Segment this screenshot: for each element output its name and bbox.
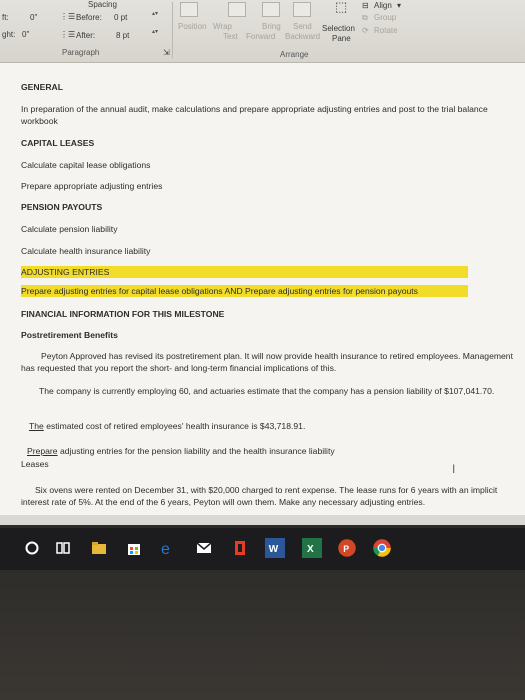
paragraph-3-prefix: The bbox=[29, 421, 44, 431]
start-icon[interactable] bbox=[24, 540, 40, 556]
task-view-icon[interactable] bbox=[55, 540, 71, 556]
paragraph-1: Peyton Approved has revised its postreti… bbox=[21, 351, 513, 373]
paragraph-2: The company is currently employing 60, a… bbox=[39, 386, 495, 396]
document-page[interactable]: GENERAL In preparation of the annual aud… bbox=[0, 63, 525, 515]
postretirement-heading: Postretirement Benefits bbox=[21, 330, 118, 340]
page-bottom-margin bbox=[0, 515, 525, 525]
send-backward-label[interactable]: Send bbox=[293, 22, 312, 31]
paragraph-4: Prepare adjusting entries for the pensio… bbox=[21, 445, 335, 457]
office-icon[interactable] bbox=[232, 540, 248, 556]
wrap-text-label[interactable]: Wrap bbox=[213, 22, 232, 31]
pension-heading: PENSION PAYOUTS bbox=[21, 202, 103, 212]
file-explorer-icon[interactable] bbox=[91, 540, 107, 556]
send-backward-icon[interactable] bbox=[293, 2, 311, 17]
spacing-after-icon: ⋮☰ bbox=[60, 30, 76, 39]
paragraph-3-text: estimated cost of retired employees' hea… bbox=[43, 421, 306, 431]
spacing-label: Spacing bbox=[88, 0, 117, 9]
rotate-label[interactable]: Rotate bbox=[374, 26, 398, 35]
selection-pane-label-2[interactable]: Pane bbox=[332, 34, 351, 43]
paragraph-dialog-launcher-icon[interactable]: ⇲ bbox=[163, 48, 170, 57]
pension-item-2: Calculate health insurance liability bbox=[21, 246, 151, 256]
position-label[interactable]: Position bbox=[178, 22, 206, 31]
bring-forward-icon[interactable] bbox=[262, 2, 280, 17]
group-icon[interactable]: ⧉ bbox=[362, 13, 368, 23]
powerpoint-icon[interactable]: P bbox=[337, 538, 357, 558]
ribbon: Spacing ft: 0" ght: 0" ⋮☰ Before: 0 pt ▴… bbox=[0, 0, 525, 63]
indent-left-label: ft: bbox=[2, 13, 9, 22]
spacing-before-icon: ⋮☰ bbox=[60, 12, 76, 21]
before-value[interactable]: 0 pt bbox=[114, 13, 127, 22]
rotate-icon[interactable]: ⟳ bbox=[362, 26, 369, 35]
mail-icon[interactable] bbox=[196, 540, 212, 556]
after-spin-icon[interactable]: ▴▾ bbox=[152, 28, 158, 35]
adjusting-text: Prepare adjusting entries for capital le… bbox=[21, 285, 468, 297]
wrap-text-icon[interactable] bbox=[228, 2, 246, 17]
indent-right-label: ght: bbox=[2, 30, 16, 39]
align-label[interactable]: Align bbox=[374, 1, 392, 10]
financial-heading: FINANCIAL INFORMATION FOR THIS MILESTONE bbox=[21, 309, 225, 319]
pension-item-1: Calculate pension liability bbox=[21, 224, 118, 234]
align-icon[interactable]: ⊟ bbox=[362, 1, 369, 10]
bring-forward-label[interactable]: Bring bbox=[262, 22, 281, 31]
chrome-icon[interactable] bbox=[372, 538, 392, 558]
wrap-text-label-2[interactable]: Text bbox=[223, 32, 238, 41]
group-label[interactable]: Group bbox=[374, 13, 396, 22]
svg-text:X: X bbox=[307, 544, 314, 555]
adjusting-heading: ADJUSTING ENTRIES bbox=[21, 266, 468, 278]
selection-pane-label[interactable]: Selection bbox=[322, 24, 355, 33]
desk-background bbox=[0, 570, 525, 700]
paragraph-3: The estimated cost of retired employees'… bbox=[21, 420, 305, 432]
after-value[interactable]: 8 pt bbox=[116, 31, 129, 40]
paragraph-group-label: Paragraph bbox=[62, 48, 100, 57]
taskbar: e W X P bbox=[0, 528, 525, 570]
position-icon[interactable] bbox=[180, 2, 198, 17]
leases-label: Leases bbox=[21, 459, 49, 469]
svg-text:W: W bbox=[269, 544, 279, 555]
arrange-group-label: Arrange bbox=[280, 50, 309, 59]
before-spin-icon[interactable]: ▴▾ bbox=[152, 10, 158, 17]
general-heading: GENERAL bbox=[21, 82, 64, 92]
svg-text:e: e bbox=[161, 541, 170, 556]
word-icon[interactable]: W bbox=[265, 538, 285, 558]
capital-item-1: Calculate capital lease obligations bbox=[21, 160, 151, 170]
general-text: In preparation of the annual audit, make… bbox=[21, 104, 488, 126]
paragraph-4-prefix: Prepare bbox=[27, 446, 58, 456]
text-cursor-icon: I bbox=[452, 462, 456, 476]
indent-right-value[interactable]: 0" bbox=[22, 30, 29, 39]
edge-icon[interactable]: e bbox=[160, 540, 176, 556]
after-label: After: bbox=[76, 31, 96, 40]
excel-icon[interactable]: X bbox=[302, 538, 322, 558]
svg-text:P: P bbox=[343, 544, 349, 554]
indent-left-value[interactable]: 0" bbox=[30, 13, 37, 22]
capital-item-2: Prepare appropriate adjusting entries bbox=[21, 181, 163, 191]
store-icon[interactable] bbox=[126, 540, 142, 556]
send-backward-label-2[interactable]: Backward bbox=[285, 32, 320, 41]
capital-leases-heading: CAPITAL LEASES bbox=[21, 138, 95, 148]
align-dropdown-icon[interactable]: ▾ bbox=[397, 1, 401, 10]
before-label: Before: bbox=[76, 13, 102, 22]
ribbon-separator bbox=[172, 2, 173, 58]
bring-forward-label-2[interactable]: Forward bbox=[246, 32, 275, 41]
selection-pane-icon[interactable]: ⬚ bbox=[335, 0, 347, 15]
paragraph-4-text: adjusting entries for the pension liabil… bbox=[57, 446, 335, 456]
paragraph-5: Six ovens were rented on December 31, wi… bbox=[21, 485, 498, 507]
